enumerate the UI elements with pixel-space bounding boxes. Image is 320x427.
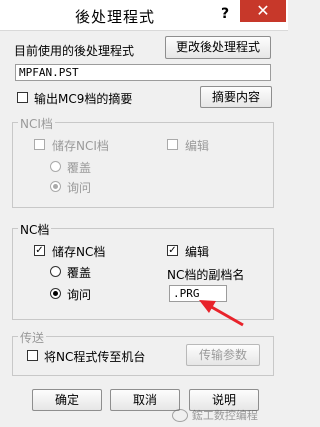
cancel-button[interactable]: 取消 bbox=[110, 389, 180, 411]
nc-edit-checkbox[interactable]: ✓ bbox=[167, 245, 178, 256]
nc-ask-label: 询问 bbox=[67, 288, 92, 302]
nci-ask-label: 询问 bbox=[67, 181, 92, 195]
ok-button[interactable]: 确定 bbox=[32, 389, 102, 411]
help-icon[interactable]: ? bbox=[214, 3, 236, 25]
nci-ask-radio[interactable] bbox=[50, 181, 61, 192]
transfer-params-button[interactable]: 传输参数 bbox=[186, 344, 260, 366]
store-nc-checkbox[interactable]: ✓ bbox=[34, 245, 45, 256]
red-arrow-icon bbox=[199, 300, 244, 327]
chat-bubble-icon bbox=[172, 408, 188, 422]
store-nc-label: 储存NC档 bbox=[52, 245, 106, 259]
change-post-button[interactable]: 更改後处理程式 bbox=[165, 36, 271, 59]
nc-edit-label: 编辑 bbox=[185, 245, 210, 259]
close-button[interactable]: ✕ bbox=[240, 0, 286, 22]
nci-group-title: NCI档 bbox=[18, 115, 55, 132]
nc-overwrite-label: 覆盖 bbox=[67, 266, 92, 280]
watermark-text: 鋐工数控编程 bbox=[191, 409, 258, 422]
store-nci-checkbox[interactable] bbox=[34, 139, 45, 150]
current-post-field[interactable]: MPFAN.PST bbox=[15, 64, 271, 81]
nci-edit-label: 编辑 bbox=[185, 139, 210, 153]
mc9-summary-label: 输出MC9档的摘要 bbox=[34, 92, 133, 106]
nc-group-title: NC档 bbox=[18, 221, 52, 238]
watermark: 鋐工数控编程 bbox=[172, 407, 286, 425]
send-to-machine-label: 将NC程式传至机台 bbox=[44, 350, 146, 364]
nc-ext-label: NC档的副档名 bbox=[167, 268, 245, 282]
window-title: 後处理程式 bbox=[74, 8, 155, 26]
send-to-machine-checkbox[interactable] bbox=[27, 350, 38, 361]
nci-overwrite-radio[interactable] bbox=[50, 161, 61, 172]
nc-overwrite-radio[interactable] bbox=[50, 266, 61, 277]
nci-edit-checkbox[interactable] bbox=[167, 139, 178, 150]
current-post-label: 目前使用的後处理程式 bbox=[14, 44, 135, 58]
store-nci-label: 储存NCI档 bbox=[52, 139, 109, 153]
nc-ask-radio[interactable] bbox=[50, 288, 61, 299]
nci-overwrite-label: 覆盖 bbox=[67, 161, 92, 175]
summary-content-button[interactable]: 摘要内容 bbox=[200, 86, 272, 108]
mc9-summary-checkbox[interactable] bbox=[17, 92, 28, 103]
transfer-group-title: 传送 bbox=[18, 329, 47, 346]
